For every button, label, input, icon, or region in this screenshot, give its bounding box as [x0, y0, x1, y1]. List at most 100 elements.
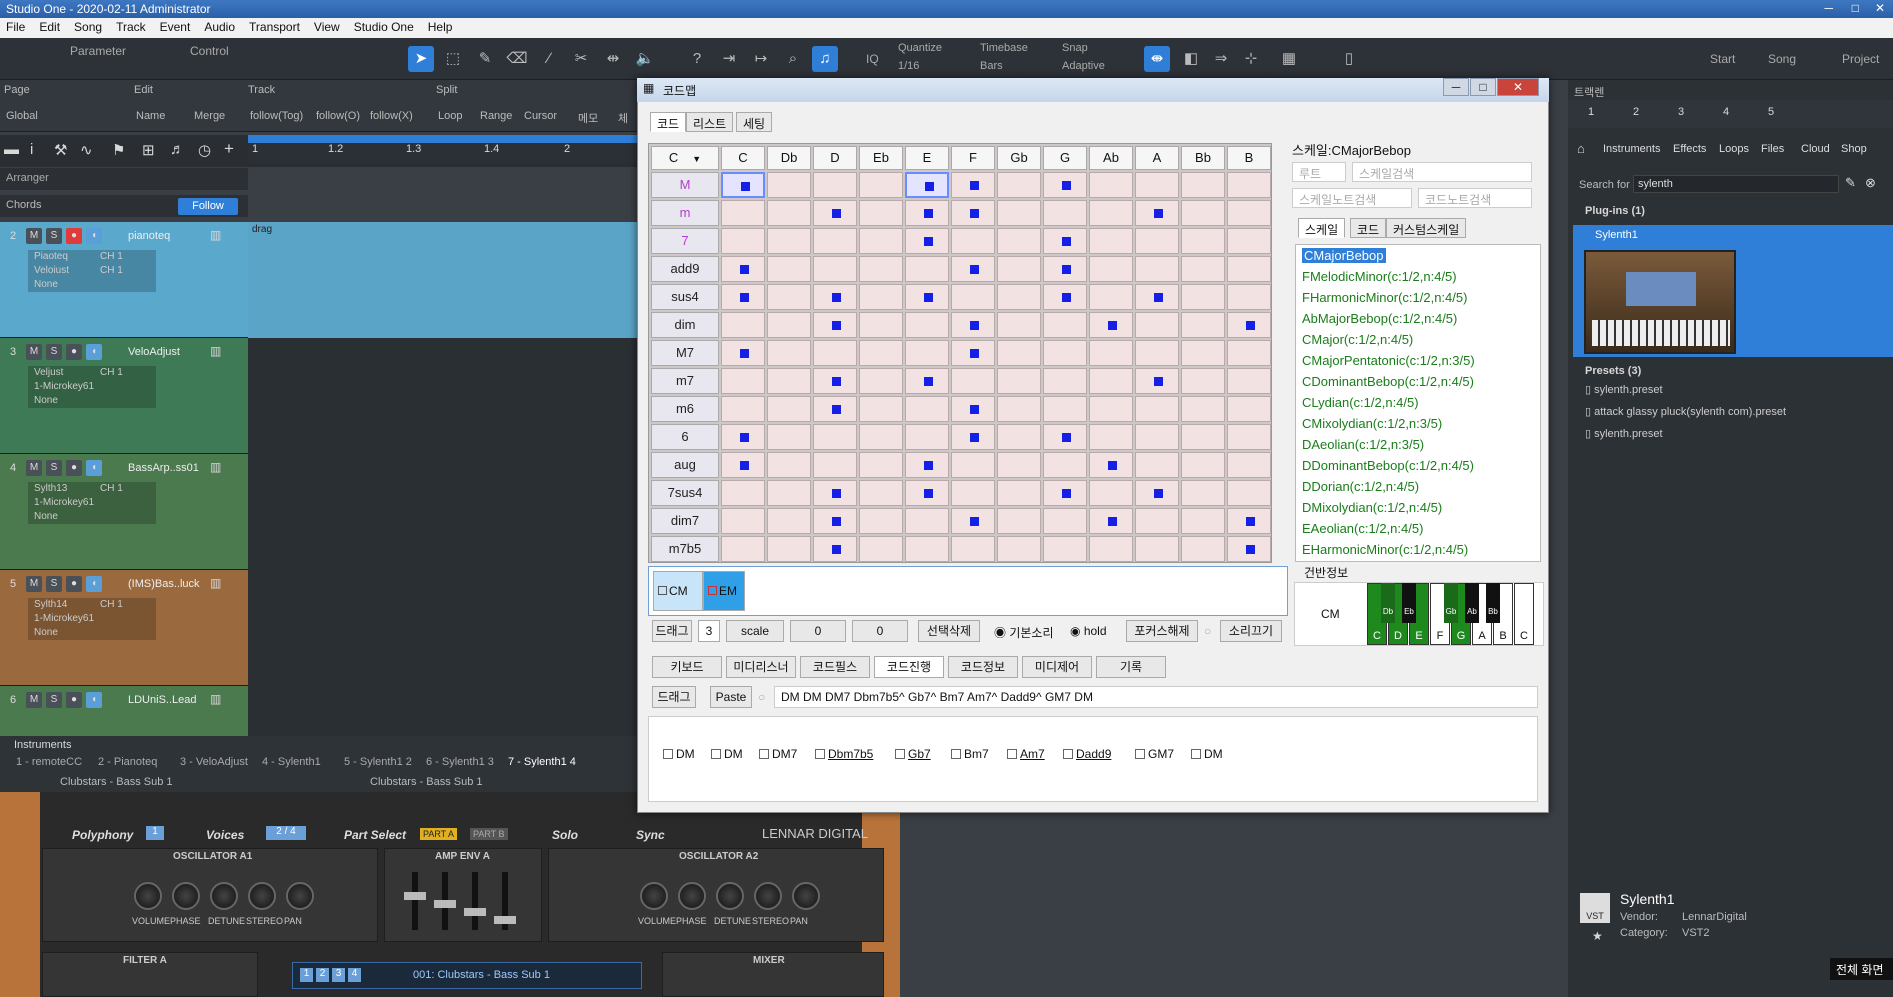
- chord-type-7[interactable]: 7: [651, 228, 719, 254]
- chord-cell[interactable]: [905, 200, 949, 226]
- record-icon[interactable]: ●: [66, 228, 82, 244]
- info-icon[interactable]: i: [30, 141, 33, 158]
- chord-cell[interactable]: [767, 228, 811, 254]
- part-b-button[interactable]: PART B: [470, 828, 508, 840]
- plugins-header[interactable]: Plug-ins (1): [1585, 205, 1645, 217]
- chord-cell[interactable]: [813, 452, 857, 478]
- patch-page-1[interactable]: 1: [300, 968, 313, 982]
- track-m-button[interactable]: M: [26, 460, 42, 476]
- scale-item[interactable]: CMajor(c:1/2,n:4/5): [1296, 329, 1540, 350]
- chord-cell[interactable]: [859, 424, 903, 450]
- chord-cell[interactable]: [813, 284, 857, 310]
- snap-grid-icon[interactable]: ⇼: [1144, 46, 1170, 72]
- scale-item[interactable]: CMajorBebop: [1296, 245, 1540, 266]
- sequence-checkbox[interactable]: [895, 749, 905, 759]
- sequence-area[interactable]: DM DM DM7 Dbm7b5 Gb7 Bm7 Am7 Dadd9 GM7 DM: [648, 716, 1538, 802]
- curve-icon[interactable]: ∿: [80, 141, 93, 159]
- arrow-tool-icon[interactable]: ➤: [408, 46, 434, 72]
- drag-button-2[interactable]: 드래그: [652, 686, 696, 708]
- keyboard-icon[interactable]: ▥: [210, 576, 221, 590]
- chord-cell[interactable]: [1227, 312, 1271, 338]
- track-header[interactable]: 5 M S ● ◖ (IMS)Bas..luck ▥ Sylth14 CH 1 1-Microke…: [0, 570, 248, 686]
- black-key-Db[interactable]: Db: [1381, 583, 1395, 623]
- fader-handle[interactable]: [464, 908, 486, 916]
- scale-item[interactable]: CDominantBebop(c:1/2,n:4/5): [1296, 371, 1540, 392]
- chord-cell[interactable]: [721, 424, 765, 450]
- chord-cell[interactable]: [813, 312, 857, 338]
- scale-item[interactable]: CLydian(c:1/2,n:4/5): [1296, 392, 1540, 413]
- chord-cell[interactable]: [1135, 228, 1179, 254]
- bottom-tab-1[interactable]: 미디리스너: [726, 656, 796, 678]
- track-name[interactable]: VeloAdjust: [128, 346, 180, 358]
- chord-cell[interactable]: [1089, 368, 1133, 394]
- chord-cell[interactable]: [859, 256, 903, 282]
- chord-cell[interactable]: [1181, 312, 1225, 338]
- chord-type-M7[interactable]: M7: [651, 340, 719, 366]
- memo-button[interactable]: 메모: [578, 110, 598, 126]
- instrument-tab[interactable]: 3 - VeloAdjust: [180, 756, 248, 768]
- chord-cell[interactable]: [997, 200, 1041, 226]
- patch-page-3[interactable]: 3: [332, 968, 345, 982]
- knob-detune[interactable]: [716, 882, 744, 910]
- knob-stereo[interactable]: [248, 882, 276, 910]
- cursor-icon[interactable]: ⊹: [1238, 46, 1264, 72]
- chord-cell[interactable]: [1227, 452, 1271, 478]
- midi-event[interactable]: drag: [248, 222, 640, 338]
- battery-icon[interactable]: ▯: [1336, 46, 1362, 72]
- track-s-button[interactable]: S: [46, 460, 62, 476]
- chord-cell[interactable]: [1181, 480, 1225, 506]
- progression-input[interactable]: DM DM DM7 Dbm7b5^ Gb7^ Bm7 Am7^ Dadd9^ G…: [774, 686, 1538, 708]
- part-a-button[interactable]: PART A: [420, 828, 458, 840]
- scale-select[interactable]: scale: [726, 620, 784, 642]
- chord-cell[interactable]: [951, 396, 995, 422]
- chord-cell[interactable]: [905, 228, 949, 254]
- track-header[interactable]: 2 M S ● ◖ pianoteq ▥ Piaoteq CH 1 Veloiust CH 1 Non…: [0, 222, 248, 338]
- chord-cell[interactable]: [1227, 228, 1271, 254]
- chord-type-m7b5[interactable]: m7b5: [651, 536, 719, 562]
- chord-type-6[interactable]: 6: [651, 424, 719, 450]
- root-select[interactable]: C ▼: [651, 146, 719, 170]
- flag-icon[interactable]: ⚑: [112, 141, 125, 159]
- name-button[interactable]: Name: [136, 110, 165, 122]
- chord-cell[interactable]: [905, 452, 949, 478]
- menu-item[interactable]: File: [6, 20, 25, 36]
- chord-cell[interactable]: [951, 508, 995, 534]
- instrument-tab[interactable]: 2 - Pianoteq: [98, 756, 157, 768]
- scale-search-input[interactable]: 스케일검색: [1352, 162, 1532, 182]
- chord-type-m[interactable]: m: [651, 200, 719, 226]
- menu-item[interactable]: Song: [74, 20, 102, 36]
- chord-bar[interactable]: CM EM: [648, 566, 1288, 616]
- chord-cell[interactable]: [859, 368, 903, 394]
- chord-cell[interactable]: [767, 256, 811, 282]
- chord-type-7sus4[interactable]: 7sus4: [651, 480, 719, 506]
- chord-type-M[interactable]: M: [651, 172, 719, 198]
- chord-cell[interactable]: [721, 480, 765, 506]
- chord-cell[interactable]: [1043, 396, 1087, 422]
- chord-cell[interactable]: [1227, 508, 1271, 534]
- chord-type-aug[interactable]: aug: [651, 452, 719, 478]
- chord-cell[interactable]: [997, 396, 1041, 422]
- chord-cell[interactable]: [813, 536, 857, 562]
- chord-cell[interactable]: [1135, 172, 1179, 198]
- chord-cell[interactable]: [1089, 536, 1133, 562]
- track-routing-row[interactable]: Sylth13 CH 1: [28, 482, 156, 496]
- track-routing-row[interactable]: Piaoteq CH 1: [28, 250, 156, 264]
- tab-list[interactable]: 리스트: [686, 112, 734, 132]
- chord-cell[interactable]: [1135, 284, 1179, 310]
- chord-cell[interactable]: [1089, 228, 1133, 254]
- chord-type-m6[interactable]: m6: [651, 396, 719, 422]
- chord-cell[interactable]: [767, 536, 811, 562]
- sequence-chord[interactable]: DM: [1191, 747, 1223, 761]
- scale-chord-tab[interactable]: 코드: [1350, 218, 1387, 238]
- chord-cell[interactable]: [813, 228, 857, 254]
- knob-volume[interactable]: [640, 882, 668, 910]
- skip-both-icon[interactable]: ↦: [748, 46, 774, 72]
- track-m-button[interactable]: M: [26, 692, 42, 708]
- chord-cell[interactable]: [721, 228, 765, 254]
- chord-cell[interactable]: [1181, 508, 1225, 534]
- chordmap-minimize[interactable]: ─: [1443, 78, 1469, 96]
- scale-item[interactable]: CMixolydian(c:1/2,n:3/5): [1296, 413, 1540, 434]
- sequence-checkbox[interactable]: [1063, 749, 1073, 759]
- chord-cell[interactable]: [1135, 256, 1179, 282]
- pencil-icon[interactable]: ✎: [1845, 175, 1856, 191]
